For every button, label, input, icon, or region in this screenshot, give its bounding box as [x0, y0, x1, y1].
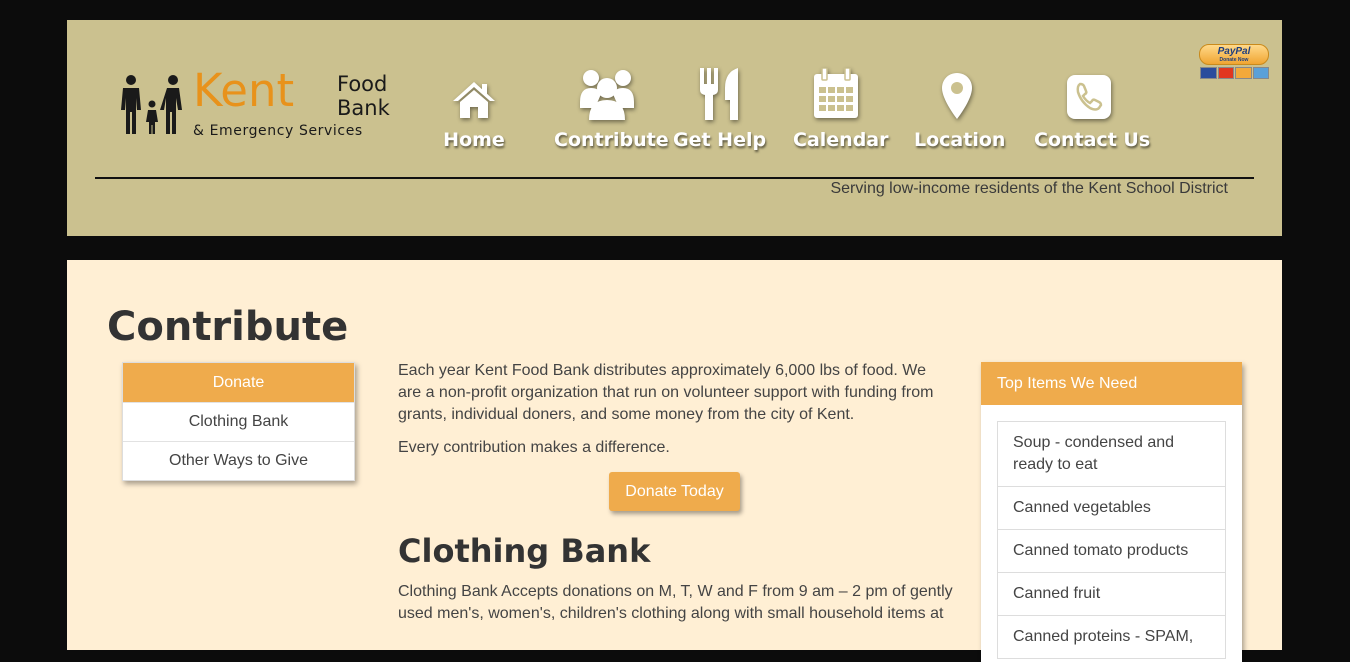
page-title: Contribute [107, 304, 349, 350]
tagline: Serving low-income residents of the Kent… [830, 180, 1228, 197]
phone-icon [1067, 75, 1111, 119]
nav-location-label: Location [914, 129, 1006, 151]
needs-list-item: Soup - condensed and ready to eat [998, 422, 1225, 487]
nav-contribute[interactable]: Contribute [554, 64, 669, 151]
paypal-action: Donate Now [1219, 57, 1249, 63]
logo-kent-text: Kent [193, 64, 295, 117]
nav-location[interactable]: Location [914, 64, 1006, 151]
credit-cards-icon [1200, 67, 1269, 79]
side-menu-other-ways[interactable]: Other Ways to Give [123, 441, 354, 480]
calendar-icon [814, 68, 858, 118]
needs-panel-title: Top Items We Need [981, 362, 1242, 405]
needs-list-item: Canned fruit [998, 573, 1225, 616]
logo-subtitle: & Emergency Services [193, 123, 363, 139]
clothing-bank-heading: Clothing Bank [398, 532, 651, 570]
side-menu-donate[interactable]: Donate [123, 363, 354, 402]
needs-panel: Top Items We Need Soup - condensed and r… [981, 362, 1242, 662]
nav-contribute-label: Contribute [554, 129, 669, 151]
intro-paragraph: Each year Kent Food Bank distributes app… [398, 362, 934, 423]
logo-bank-text: Bank [337, 96, 390, 120]
paypal-brand: PayPal [1217, 46, 1251, 57]
users-icon [580, 70, 634, 120]
side-menu-clothing-bank[interactable]: Clothing Bank [123, 402, 354, 441]
intro-text: Each year Kent Food Bank distributes app… [398, 360, 953, 470]
nav-home[interactable]: Home [442, 64, 506, 151]
nav-get-help[interactable]: Get Help [673, 64, 767, 151]
map-pin-icon [942, 73, 972, 119]
kent-food-bank-logo[interactable]: Kent Food Bank & Emergency Services [117, 68, 417, 142]
nav-contact-us[interactable]: Contact Us [1034, 64, 1151, 151]
nav-home-label: Home [443, 129, 505, 151]
logo-food-text: Food [337, 72, 388, 96]
site-header: Kent Food Bank & Emergency Services Home [67, 20, 1282, 236]
fork-knife-icon [700, 68, 738, 120]
main-content: Contribute Donate Clothing Bank Other Wa… [67, 260, 1282, 662]
needs-list-item: Canned vegetables [998, 487, 1225, 530]
home-icon [453, 82, 495, 118]
clothing-bank-paragraph: Clothing Bank Accepts donations on M, T,… [398, 583, 953, 622]
donate-today-button[interactable]: Donate Today [609, 472, 740, 511]
nav-calendar[interactable]: Calendar [793, 64, 889, 151]
paypal-badge: PayPal Donate Now [1199, 44, 1269, 65]
nav-calendar-label: Calendar [793, 129, 889, 151]
nav-contact-us-label: Contact Us [1034, 129, 1151, 151]
family-icon [121, 75, 182, 134]
needs-list: Soup - condensed and ready to eat Canned… [997, 421, 1226, 659]
side-menu: Donate Clothing Bank Other Ways to Give [122, 362, 355, 481]
paypal-donate-button[interactable]: PayPal Donate Now [1199, 44, 1269, 80]
header-divider [95, 177, 1254, 179]
needs-list-item: Canned tomato products [998, 530, 1225, 573]
nav-get-help-label: Get Help [673, 129, 767, 151]
difference-paragraph: Every contribution makes a difference. [398, 439, 670, 456]
